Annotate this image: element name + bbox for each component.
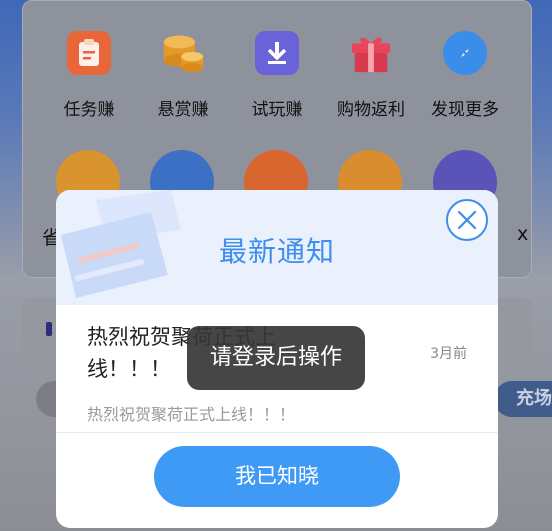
close-button[interactable] bbox=[446, 199, 488, 241]
modal-header: 最新通知 bbox=[56, 190, 498, 305]
grid-label-task: 任务赚 bbox=[63, 100, 115, 120]
grid-item-shopping[interactable]: 购物返利 bbox=[324, 31, 418, 120]
grid-item-discover[interactable]: 发现更多 bbox=[418, 31, 512, 120]
grid-label-partial-right: x bbox=[517, 223, 529, 245]
login-toast: 请登录后操作 bbox=[187, 326, 365, 390]
grid-item-trial[interactable]: 试玩赚 bbox=[230, 31, 324, 120]
grid-label-discover: 发现更多 bbox=[431, 100, 499, 120]
grid-item-task[interactable]: 任务赚 bbox=[42, 31, 136, 120]
close-icon bbox=[457, 210, 477, 230]
gift-box-icon bbox=[349, 31, 393, 75]
acknowledge-button[interactable]: 我已知晓 bbox=[154, 446, 400, 507]
task-clipboard-icon bbox=[67, 31, 111, 75]
modal-title: 最新通知 bbox=[218, 235, 335, 268]
compass-icon bbox=[443, 31, 487, 75]
grid-label-shopping: 购物返利 bbox=[337, 100, 405, 120]
download-icon bbox=[255, 31, 299, 75]
speaker-icon bbox=[46, 322, 52, 336]
grid-item-reward[interactable]: 悬赏赚 bbox=[136, 31, 230, 120]
coins-stack-icon bbox=[161, 31, 205, 75]
charge-button[interactable]: 充场 bbox=[494, 381, 552, 417]
grid-label-trial: 试玩赚 bbox=[251, 100, 303, 120]
notice-description: 热烈祝贺聚荷正式上线！！！ bbox=[87, 405, 296, 424]
grid-label-reward: 悬赏赚 bbox=[157, 100, 209, 120]
notice-time: 3月前 bbox=[430, 346, 467, 362]
